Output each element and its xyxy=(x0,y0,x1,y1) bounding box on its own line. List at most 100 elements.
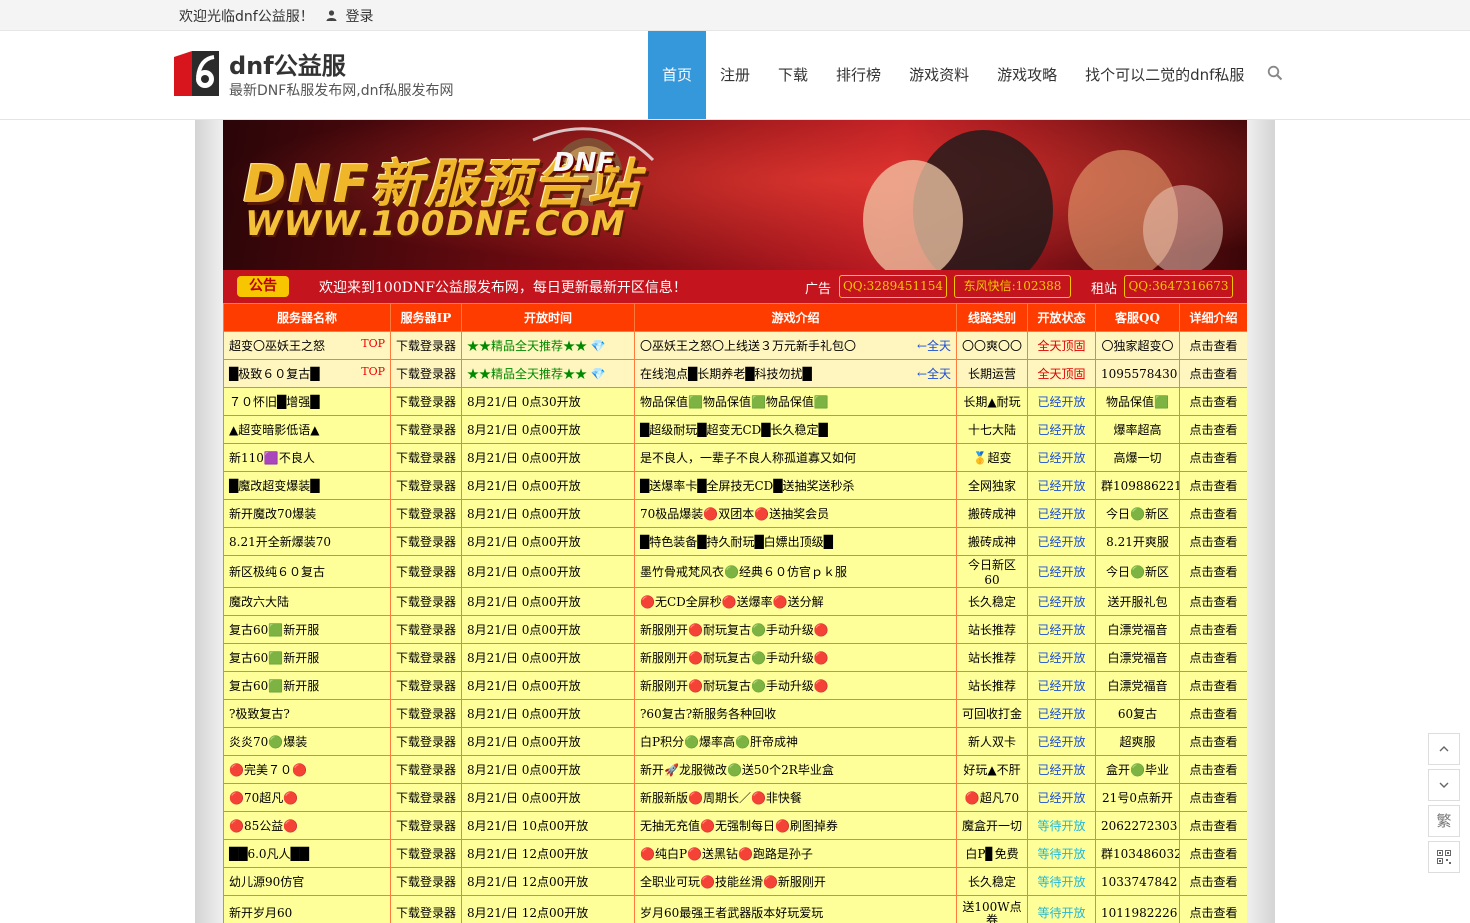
cell-server-name[interactable]: 幼儿源90仿官 xyxy=(223,867,391,896)
cell-game-intro[interactable]: 🔴无CD全屏秒🔴送爆率🔴送分解 xyxy=(634,587,957,616)
cell-detail-link[interactable]: 点击查看 xyxy=(1179,415,1247,444)
cell-detail-link[interactable]: 点击查看 xyxy=(1179,331,1247,360)
cell-game-intro[interactable]: 物品保值🟩物品保值🟩物品保值🟩 xyxy=(634,387,957,416)
cell-server-name[interactable]: 🔴70超凡🔴 xyxy=(223,783,391,812)
cell-download-client[interactable]: 下载登录器 xyxy=(390,587,462,616)
nav-item-2[interactable]: 下载 xyxy=(764,31,822,119)
cell-game-intro[interactable]: ←全天 〇巫妖王之怒〇上线送３万元新手礼包〇 xyxy=(634,331,957,360)
cell-download-client[interactable]: 下载登录器 xyxy=(390,555,462,588)
cell-detail-link[interactable]: 点击查看 xyxy=(1179,671,1247,700)
cell-game-intro[interactable]: 墨竹骨戒梵风衣🟢经典６０仿官ｐｋ服 xyxy=(634,555,957,588)
cell-server-name[interactable]: █魔改超变爆装█ xyxy=(223,471,391,500)
nav-item-1[interactable]: 注册 xyxy=(706,31,764,119)
cell-download-client[interactable]: 下载登录器 xyxy=(390,359,462,388)
cell-detail-link[interactable]: 点击查看 xyxy=(1179,471,1247,500)
cell-detail-link[interactable]: 点击查看 xyxy=(1179,615,1247,644)
search-icon[interactable] xyxy=(1267,65,1283,81)
cell-server-name[interactable]: 复古60🟩新开服 xyxy=(223,643,391,672)
cell-download-client[interactable]: 下载登录器 xyxy=(390,727,462,756)
cell-detail-link[interactable]: 点击查看 xyxy=(1179,527,1247,556)
cell-game-intro[interactable]: █送爆率卡█全屏技无CD█送抽奖送秒杀 xyxy=(634,471,957,500)
cell-download-client[interactable]: 下载登录器 xyxy=(390,755,462,784)
cell-detail-link[interactable]: 点击查看 xyxy=(1179,699,1247,728)
cell-detail-link[interactable]: 点击查看 xyxy=(1179,555,1247,588)
cell-server-name[interactable]: 新开魔改70爆装 xyxy=(223,499,391,528)
cell-download-client[interactable]: 下载登录器 xyxy=(390,643,462,672)
cell-game-intro[interactable]: 是不良人，一辈子不良人称孤道寡又如何 xyxy=(634,443,957,472)
nav-item-5[interactable]: 游戏攻略 xyxy=(983,31,1071,119)
cell-game-intro[interactable]: 新服刚开🔴耐玩复古🟢手动升级🔴 xyxy=(634,643,957,672)
cell-game-intro[interactable]: 新服刚开🔴耐玩复古🟢手动升级🔴 xyxy=(634,615,957,644)
cell-game-intro[interactable]: ←全天 在线泡点█长期养老█科技勿扰█ xyxy=(634,359,957,388)
cell-detail-link[interactable]: 点击查看 xyxy=(1179,643,1247,672)
nav-item-0[interactable]: 首页 xyxy=(648,31,707,119)
scroll-top-button[interactable] xyxy=(1428,733,1460,765)
cell-download-client[interactable]: 下载登录器 xyxy=(390,499,462,528)
cell-game-intro[interactable]: 全职业可玩🔴技能丝滑🔴新服刚开 xyxy=(634,867,957,896)
cell-game-intro[interactable]: 新开🚀龙服微改🟢送50个2R毕业盒 xyxy=(634,755,957,784)
cell-download-client[interactable]: 下载登录器 xyxy=(390,331,462,360)
cell-download-client[interactable]: 下载登录器 xyxy=(390,615,462,644)
cell-download-client[interactable]: 下载登录器 xyxy=(390,671,462,700)
cell-server-name[interactable]: 新开岁月60 xyxy=(223,895,391,923)
cell-download-client[interactable]: 下载登录器 xyxy=(390,839,462,868)
site-title[interactable]: dnf公益服 xyxy=(229,46,346,81)
cell-server-name[interactable]: ▲超变暗影低语▲ xyxy=(223,415,391,444)
cell-game-intro[interactable]: █超级耐玩█超变无CD█长久稳定█ xyxy=(634,415,957,444)
cell-server-name[interactable]: 🔴85公益🔴 xyxy=(223,811,391,840)
cell-game-intro[interactable]: 无抽无充值🔴无强制每日🔴刷图掉券 xyxy=(634,811,957,840)
cell-server-name[interactable]: 炎炎70🟢爆装 xyxy=(223,727,391,756)
ad-qq-button[interactable]: QQ:3289451154 xyxy=(839,275,947,298)
nav-item-4[interactable]: 游戏资料 xyxy=(895,31,983,119)
cell-game-intro[interactable]: ?60复古?新服务各种回收 xyxy=(634,699,957,728)
traditional-chinese-button[interactable]: 繁 xyxy=(1428,805,1460,837)
nav-item-3[interactable]: 排行榜 xyxy=(822,31,895,119)
cell-game-intro[interactable]: 新服刚开🔴耐玩复古🟢手动升级🔴 xyxy=(634,671,957,700)
cell-download-client[interactable]: 下载登录器 xyxy=(390,699,462,728)
rent-qq-button[interactable]: QQ:3647316673 xyxy=(1124,275,1233,298)
ad-kuaixin-button[interactable]: 东风快信:102388 xyxy=(954,275,1071,298)
cell-download-client[interactable]: 下载登录器 xyxy=(390,443,462,472)
cell-game-intro[interactable]: 岁月60最强王者武器版本好玩爱玩 xyxy=(634,895,957,923)
cell-download-client[interactable]: 下载登录器 xyxy=(390,867,462,896)
cell-server-name[interactable]: 🔴完美７０🔴 xyxy=(223,755,391,784)
cell-download-client[interactable]: 下载登录器 xyxy=(390,387,462,416)
cell-detail-link[interactable]: 点击查看 xyxy=(1179,811,1247,840)
cell-server-name[interactable]: 8.21开全新爆装70 xyxy=(223,527,391,556)
cell-download-client[interactable]: 下载登录器 xyxy=(390,783,462,812)
cell-server-name[interactable]: TOP 超变〇巫妖王之怒 xyxy=(223,331,391,360)
site-logo[interactable] xyxy=(174,51,219,96)
cell-detail-link[interactable]: 点击查看 xyxy=(1179,359,1247,388)
login-link[interactable]: 登录 xyxy=(326,6,373,26)
cell-game-intro[interactable]: 白P积分🟢爆率高🟢肝帝成神 xyxy=(634,727,957,756)
cell-game-intro[interactable]: █特色装备█持久耐玩█白嫖出顶级█ xyxy=(634,527,957,556)
cell-server-name[interactable]: 魔改六大陆 xyxy=(223,587,391,616)
cell-game-intro[interactable]: 70极品爆装🔴双团本🔴送抽奖会员 xyxy=(634,499,957,528)
cell-detail-link[interactable]: 点击查看 xyxy=(1179,443,1247,472)
cell-detail-link[interactable]: 点击查看 xyxy=(1179,839,1247,868)
cell-server-name[interactable]: TOP █极致６０复古█ xyxy=(223,359,391,388)
cell-download-client[interactable]: 下载登录器 xyxy=(390,415,462,444)
cell-server-name[interactable]: ７０怀旧█增强█ xyxy=(223,387,391,416)
cell-download-client[interactable]: 下载登录器 xyxy=(390,471,462,500)
cell-server-name[interactable]: ?极致复古? xyxy=(223,699,391,728)
cell-download-client[interactable]: 下载登录器 xyxy=(390,895,462,923)
cell-server-name[interactable]: 复古60🟩新开服 xyxy=(223,615,391,644)
cell-detail-link[interactable]: 点击查看 xyxy=(1179,387,1247,416)
banner-image[interactable]: DNF新服预告站 WWW.100DNF.COM DNF xyxy=(223,120,1247,270)
cell-detail-link[interactable]: 点击查看 xyxy=(1179,587,1247,616)
cell-detail-link[interactable]: 点击查看 xyxy=(1179,727,1247,756)
qrcode-button[interactable] xyxy=(1428,841,1460,873)
cell-detail-link[interactable]: 点击查看 xyxy=(1179,867,1247,896)
cell-download-client[interactable]: 下载登录器 xyxy=(390,811,462,840)
cell-game-intro[interactable]: 🔴纯白P🔴送黑钻🔴跑路是孙子 xyxy=(634,839,957,868)
cell-server-name[interactable]: 新110🟪不良人 xyxy=(223,443,391,472)
cell-detail-link[interactable]: 点击查看 xyxy=(1179,895,1247,923)
nav-item-6[interactable]: 找个可以二觉的dnf私服 xyxy=(1071,31,1258,119)
cell-server-name[interactable]: 复古60🟩新开服 xyxy=(223,671,391,700)
cell-game-intro[interactable]: 新服新版🔴周期长／🔴非快餐 xyxy=(634,783,957,812)
scroll-bottom-button[interactable] xyxy=(1428,769,1460,801)
cell-detail-link[interactable]: 点击查看 xyxy=(1179,783,1247,812)
cell-detail-link[interactable]: 点击查看 xyxy=(1179,755,1247,784)
cell-server-name[interactable]: ██6.0凡人██ xyxy=(223,839,391,868)
